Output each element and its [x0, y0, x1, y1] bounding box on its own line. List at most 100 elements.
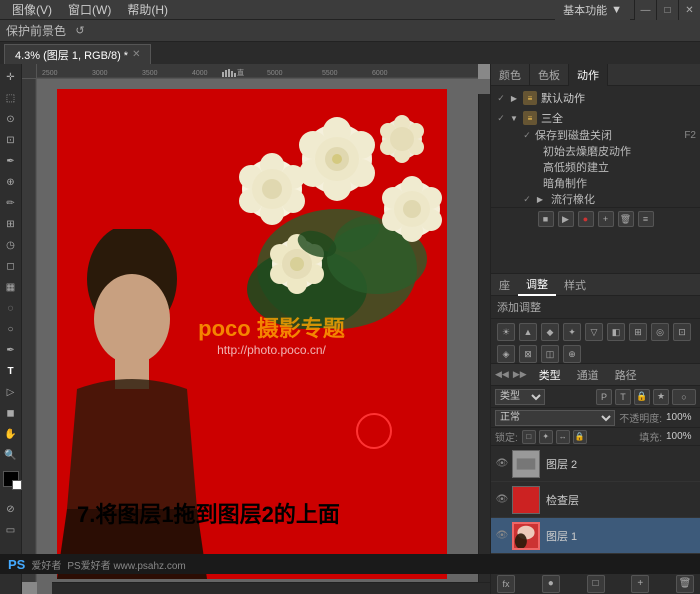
path-select-tool[interactable]: ▷	[2, 383, 20, 401]
adj-levels-icon[interactable]: ▲	[519, 323, 537, 341]
adj-panel-tabs: 座 调整 样式	[491, 274, 700, 296]
text-tool[interactable]: T	[2, 362, 20, 380]
crop-tool[interactable]: ⊡	[2, 131, 20, 149]
adj-curves-icon[interactable]: ◆	[541, 323, 559, 341]
lock-all-icon[interactable]: 🔒	[573, 430, 587, 444]
adj-posterize-icon[interactable]: ⊕	[563, 345, 581, 363]
tab-paths[interactable]: 路径	[607, 364, 645, 386]
layer-type-select[interactable]: 类型	[495, 389, 545, 405]
layer-filter-btn1[interactable]: P	[596, 389, 612, 405]
adj-hsl-icon[interactable]: ◧	[607, 323, 625, 341]
eyedropper-tool[interactable]: ✒	[2, 152, 20, 170]
expand-icon-2[interactable]: ▼	[509, 113, 519, 123]
action-group-default-header[interactable]: ✓ ▶ ≡ 默认动作	[491, 89, 700, 107]
adj-icons-grid: ☀ ▲ ◆ ✦ ▽ ◧ ⊞ ◎ ⊡ ◈ ⊠ ◫ ⊕	[491, 319, 700, 364]
adj-colorbalance-icon[interactable]: ⊞	[629, 323, 647, 341]
add-fx-button[interactable]: fx	[497, 575, 515, 593]
horizontal-scrollbar[interactable]	[52, 582, 490, 594]
pen-tool[interactable]: ✒	[2, 341, 20, 359]
delete-action-button[interactable]: 🗑	[618, 211, 634, 227]
tab-layers-type[interactable]: 类型	[531, 364, 569, 386]
stamp-tool[interactable]: ⊞	[2, 215, 20, 233]
adj-bw-icon[interactable]: ◎	[651, 323, 669, 341]
action-vignette[interactable]: ✓ 暗角制作	[491, 175, 700, 191]
adj-photofilt-icon[interactable]: ⊡	[673, 323, 691, 341]
dodge-tool[interactable]: ○	[2, 320, 20, 338]
create-group-button[interactable]: □	[587, 575, 605, 593]
quick-mask-tool[interactable]: ⊘	[2, 500, 20, 518]
action-save-close[interactable]: ✓ 保存到磁盘关闭 F2	[491, 127, 700, 143]
tab-workspace[interactable]: 座	[491, 274, 518, 296]
canvas-image[interactable]: poco 摄影专题 http://photo.poco.cn/ 7.将图层1拖到…	[37, 79, 490, 594]
basic-func-selector[interactable]: 基本功能 ▼	[555, 0, 630, 20]
history-tool[interactable]: ◷	[2, 236, 20, 254]
layer-filter-btn3[interactable]: 🔒	[634, 389, 650, 405]
adj-exposure-icon[interactable]: ✦	[563, 323, 581, 341]
menu-action-button[interactable]: ≡	[638, 211, 654, 227]
blend-mode-select[interactable]: 正常	[495, 410, 615, 426]
expand-icon-3[interactable]: ▶	[535, 194, 545, 204]
foreground-color[interactable]	[3, 471, 19, 487]
adj-vibrance-icon[interactable]: ▽	[585, 323, 603, 341]
create-layer-button[interactable]: +	[631, 575, 649, 593]
delete-layer-button[interactable]: 🗑	[676, 575, 694, 593]
tab-swatches[interactable]: 色板	[530, 64, 569, 86]
eraser-tool[interactable]: ◻	[2, 257, 20, 275]
layer-visibility-icon-1[interactable]: 👁	[495, 529, 509, 543]
menu-window[interactable]: 窗口(W)	[60, 1, 119, 18]
heal-tool[interactable]: ⊕	[2, 173, 20, 191]
tab-current[interactable]: 4.3% (图层 1, RGB/8) * ✕	[4, 44, 151, 64]
action-init-smooth[interactable]: ✓ 初始去燥磨皮动作	[491, 143, 700, 159]
layer-item-layer1[interactable]: 👁 图层 1	[491, 518, 700, 554]
tab-adjustments[interactable]: 调整	[518, 274, 556, 296]
select-tool[interactable]: ⬚	[2, 89, 20, 107]
adj-channelmix-icon[interactable]: ◈	[497, 345, 515, 363]
stop-button[interactable]: ■	[538, 211, 554, 227]
action-liuxing[interactable]: ✓ ▶ 流行橡化	[491, 191, 700, 207]
shape-tool[interactable]: ◼	[2, 404, 20, 422]
gradient-tool[interactable]: ▦	[2, 278, 20, 296]
layer-item-layer2[interactable]: 👁 图层 2	[491, 446, 700, 482]
vertical-scrollbar[interactable]	[478, 94, 490, 582]
lasso-tool[interactable]: ⊙	[2, 110, 20, 128]
hand-tool[interactable]: ✋	[2, 425, 20, 443]
menu-image[interactable]: 图像(V)	[4, 1, 60, 18]
brush-tool[interactable]: ✏	[2, 194, 20, 212]
tab-channels[interactable]: 通道	[569, 364, 607, 386]
layer-visibility-icon-2[interactable]: 👁	[495, 457, 509, 471]
adj-brightness-icon[interactable]: ☀	[497, 323, 515, 341]
lock-position-icon[interactable]: ↔	[556, 430, 570, 444]
lock-pixel-icon[interactable]: ✦	[539, 430, 553, 444]
zoom-tool[interactable]: 🔍	[2, 446, 20, 464]
tab-color[interactable]: 颜色	[491, 64, 530, 86]
minimize-button[interactable]: —	[634, 0, 656, 20]
play-button[interactable]: ▶	[558, 211, 574, 227]
expand-icon[interactable]: ▶	[509, 93, 519, 103]
record-button[interactable]: ●	[578, 211, 594, 227]
tab-actions[interactable]: 动作	[569, 64, 608, 86]
new-action-button[interactable]: +	[598, 211, 614, 227]
layer-filter-toggle[interactable]: ○	[672, 389, 696, 405]
move-tool[interactable]: ✛	[2, 68, 20, 86]
lock-transparent-icon[interactable]: □	[522, 430, 536, 444]
adj-invert-icon[interactable]: ◫	[541, 345, 559, 363]
menu-help[interactable]: 帮助(H)	[119, 1, 176, 18]
add-mask-button[interactable]: ●	[542, 575, 560, 593]
close-button[interactable]: ✕	[678, 0, 700, 20]
layer-filter-btn2[interactable]: T	[615, 389, 631, 405]
blur-tool[interactable]: ◌	[2, 299, 20, 317]
layer-visibility-icon-check[interactable]: 👁	[495, 493, 509, 507]
action-highlow[interactable]: ✓ 高低频的建立	[491, 159, 700, 175]
screen-mode-tool[interactable]: ▭	[2, 521, 20, 539]
background-color[interactable]	[12, 480, 22, 490]
refresh-icon[interactable]: ↺	[72, 23, 88, 39]
svg-text:5000: 5000	[267, 70, 283, 77]
tab-styles[interactable]: 样式	[556, 274, 594, 296]
layer-filter-btn4[interactable]: ★	[653, 389, 669, 405]
action-group-sanquan-header[interactable]: ✓ ▼ ≡ 三全	[491, 109, 700, 127]
tab-close-icon[interactable]: ✕	[132, 49, 140, 60]
adj-colorlookup-icon[interactable]: ⊠	[519, 345, 537, 363]
maximize-button[interactable]: □	[656, 0, 678, 20]
layer-item-check[interactable]: 👁 检查层	[491, 482, 700, 518]
check-icon: ✓	[495, 92, 507, 104]
